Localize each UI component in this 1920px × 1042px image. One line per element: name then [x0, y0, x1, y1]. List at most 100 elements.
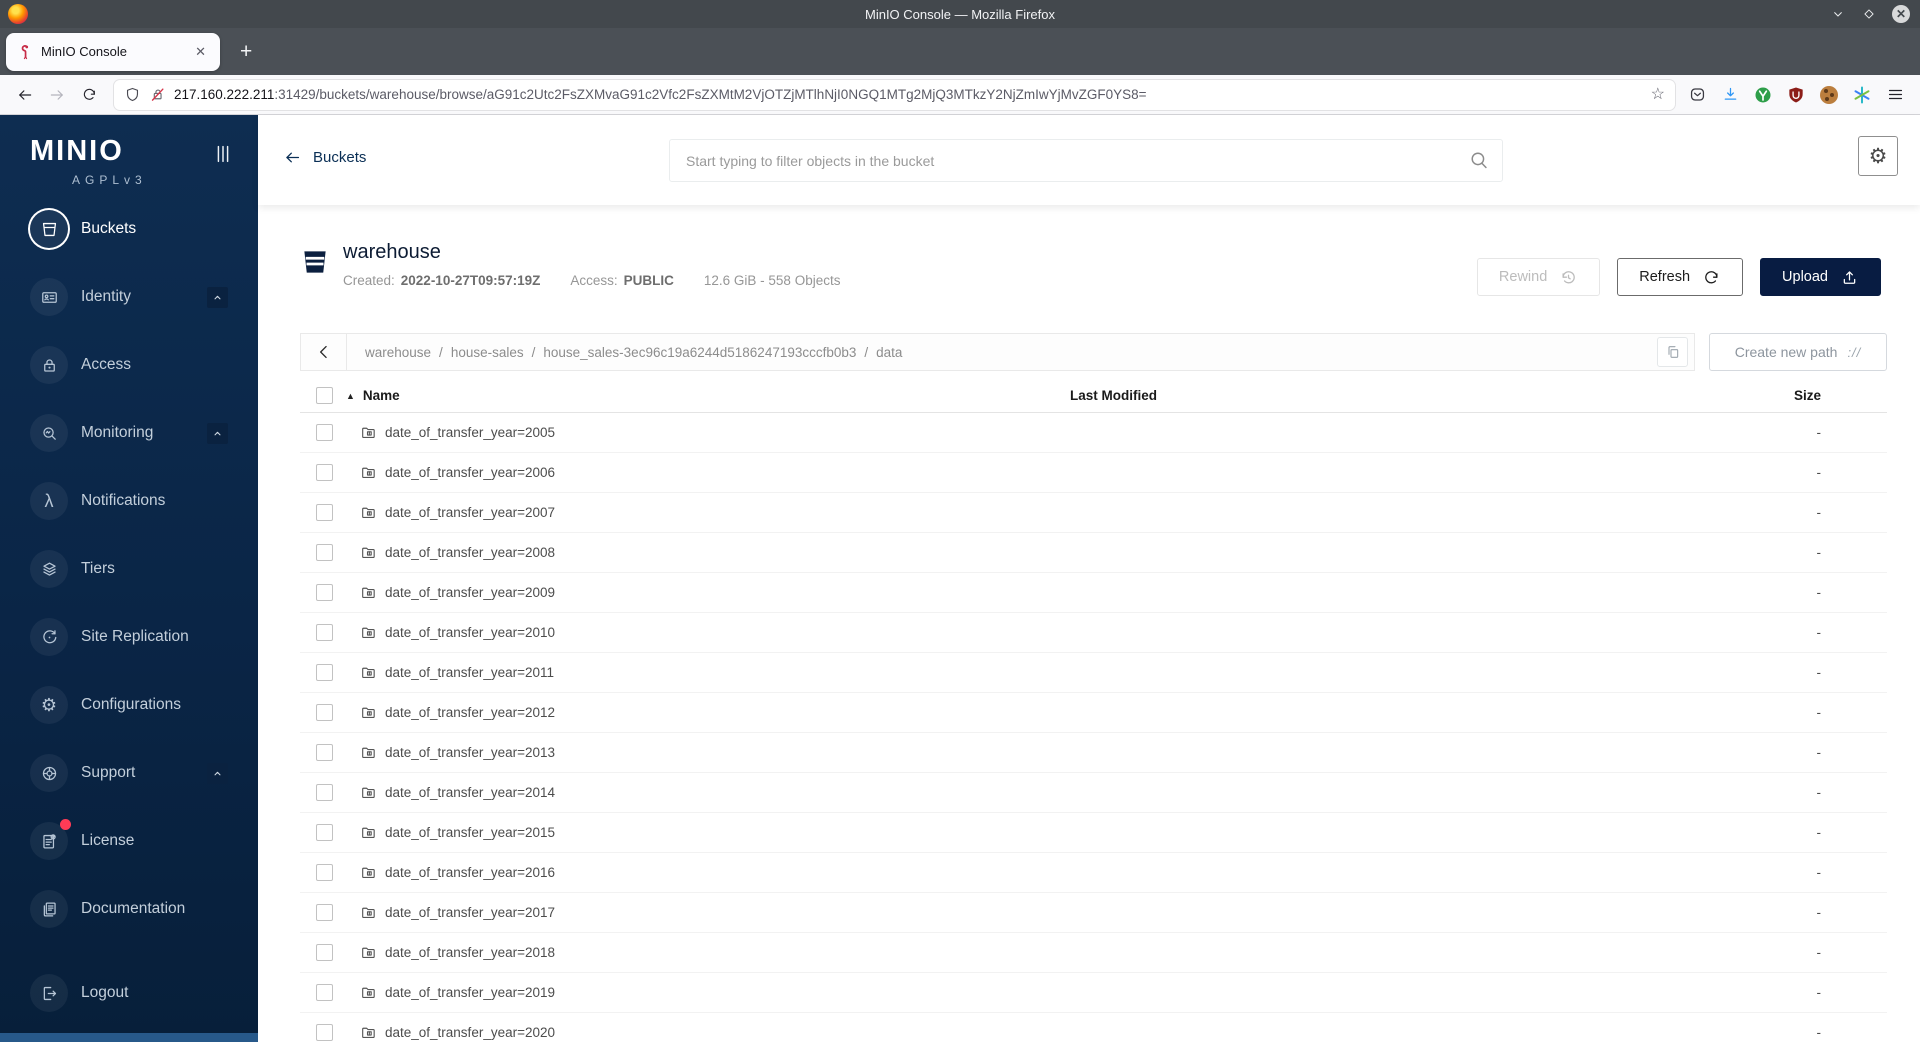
- sidebar-item-support[interactable]: Support: [0, 739, 258, 807]
- window-maximize-button[interactable]: [1862, 7, 1876, 21]
- table-row[interactable]: date_of_transfer_year=2018 -: [300, 933, 1887, 973]
- row-checkbox[interactable]: [316, 624, 333, 641]
- object-folder-link[interactable]: date_of_transfer_year=2010: [346, 624, 1070, 641]
- table-row[interactable]: date_of_transfer_year=2009 -: [300, 573, 1887, 613]
- pocket-icon[interactable]: [1685, 83, 1709, 107]
- bookmark-star-icon[interactable]: ☆: [1651, 86, 1665, 103]
- back-button[interactable]: [10, 80, 40, 110]
- extension-asterisk-icon[interactable]: [1850, 83, 1874, 107]
- table-row[interactable]: date_of_transfer_year=2007 -: [300, 493, 1887, 533]
- window-close-button[interactable]: ✕: [1892, 5, 1910, 23]
- rewind-button[interactable]: Rewind: [1476, 258, 1601, 296]
- table-row[interactable]: date_of_transfer_year=2014 -: [300, 773, 1887, 813]
- table-row[interactable]: date_of_transfer_year=2006 -: [300, 453, 1887, 493]
- row-checkbox[interactable]: [316, 784, 333, 801]
- row-checkbox[interactable]: [316, 824, 333, 841]
- sidebar-collapse-icon[interactable]: [212, 143, 234, 165]
- ublock-origin-icon[interactable]: [1784, 83, 1808, 107]
- select-all-checkbox[interactable]: [316, 387, 333, 404]
- object-folder-link[interactable]: date_of_transfer_year=2016: [346, 864, 1070, 881]
- tracking-shield-icon[interactable]: [124, 86, 141, 103]
- new-tab-button[interactable]: +: [234, 40, 258, 64]
- object-folder-link[interactable]: date_of_transfer_year=2013: [346, 744, 1070, 761]
- table-row[interactable]: date_of_transfer_year=2010 -: [300, 613, 1887, 653]
- column-header-last-modified[interactable]: Last Modified: [1070, 388, 1707, 403]
- forward-button[interactable]: [42, 80, 72, 110]
- settings-button[interactable]: ⚙: [1858, 136, 1898, 176]
- chevron-up-icon[interactable]: [207, 286, 228, 308]
- table-row[interactable]: date_of_transfer_year=2013 -: [300, 733, 1887, 773]
- object-folder-link[interactable]: date_of_transfer_year=2008: [346, 544, 1070, 561]
- object-folder-link[interactable]: date_of_transfer_year=2020: [346, 1024, 1070, 1041]
- object-folder-link[interactable]: date_of_transfer_year=2012: [346, 704, 1070, 721]
- row-checkbox[interactable]: [316, 904, 333, 921]
- back-to-buckets-link[interactable]: Buckets: [283, 148, 366, 167]
- table-row[interactable]: date_of_transfer_year=2017 -: [300, 893, 1887, 933]
- window-minimize-button[interactable]: [1830, 6, 1846, 22]
- row-checkbox[interactable]: [316, 544, 333, 561]
- url-bar[interactable]: 217.160.222.211:31429/buckets/warehouse/…: [114, 79, 1675, 110]
- table-row[interactable]: date_of_transfer_year=2019 -: [300, 973, 1887, 1013]
- object-folder-link[interactable]: date_of_transfer_year=2007: [346, 504, 1070, 521]
- breadcrumb-segment[interactable]: house_sales-3ec96c19a6244d5186247193cccf…: [543, 345, 856, 360]
- downloads-icon[interactable]: [1718, 83, 1742, 107]
- sidebar-item-site-replication[interactable]: Site Replication: [0, 603, 258, 671]
- breadcrumb-segment[interactable]: house-sales: [451, 345, 524, 360]
- sidebar-item-tiers[interactable]: Tiers: [0, 535, 258, 603]
- sidebar-item-monitoring[interactable]: Monitoring: [0, 399, 258, 467]
- filter-objects-input[interactable]: [669, 139, 1503, 182]
- refresh-button[interactable]: Refresh: [1617, 258, 1744, 296]
- sidebar-item-access[interactable]: Access: [0, 331, 258, 399]
- copy-path-button[interactable]: [1657, 337, 1688, 367]
- row-checkbox[interactable]: [316, 984, 333, 1001]
- sidebar-item-buckets[interactable]: Buckets: [0, 195, 258, 263]
- table-row[interactable]: date_of_transfer_year=2016 -: [300, 853, 1887, 893]
- object-folder-link[interactable]: date_of_transfer_year=2018: [346, 944, 1070, 961]
- object-folder-link[interactable]: date_of_transfer_year=2006: [346, 464, 1070, 481]
- cookie-extension-icon[interactable]: [1817, 83, 1841, 107]
- row-checkbox[interactable]: [316, 744, 333, 761]
- sidebar-item-configurations[interactable]: ⚙ Configurations: [0, 671, 258, 739]
- table-row[interactable]: date_of_transfer_year=2005 -: [300, 413, 1887, 453]
- object-folder-link[interactable]: date_of_transfer_year=2017: [346, 904, 1070, 921]
- row-checkbox[interactable]: [316, 424, 333, 441]
- sidebar-item-license[interactable]: License: [0, 807, 258, 875]
- menu-hamburger-icon[interactable]: [1880, 80, 1910, 110]
- object-folder-link[interactable]: date_of_transfer_year=2019: [346, 984, 1070, 1001]
- sidebar-item-documentation[interactable]: Documentation: [0, 875, 258, 943]
- row-checkbox[interactable]: [316, 584, 333, 601]
- breadcrumb-segment[interactable]: warehouse: [365, 345, 431, 360]
- table-row[interactable]: date_of_transfer_year=2012 -: [300, 693, 1887, 733]
- table-row[interactable]: date_of_transfer_year=2015 -: [300, 813, 1887, 853]
- table-row[interactable]: date_of_transfer_year=2011 -: [300, 653, 1887, 693]
- table-row[interactable]: date_of_transfer_year=2008 -: [300, 533, 1887, 573]
- table-row[interactable]: date_of_transfer_year=2020 -: [300, 1013, 1887, 1042]
- sidebar-item-notifications[interactable]: λ Notifications: [0, 467, 258, 535]
- row-checkbox[interactable]: [316, 464, 333, 481]
- object-folder-link[interactable]: date_of_transfer_year=2005: [346, 424, 1070, 441]
- insecure-lock-icon[interactable]: [149, 86, 166, 103]
- chevron-up-icon[interactable]: [207, 762, 228, 784]
- sidebar-item-identity[interactable]: Identity: [0, 263, 258, 331]
- chevron-up-icon[interactable]: [207, 422, 228, 444]
- row-checkbox[interactable]: [316, 704, 333, 721]
- tab-minio-console[interactable]: MinIO Console ✕: [6, 32, 220, 71]
- object-folder-link[interactable]: date_of_transfer_year=2015: [346, 824, 1070, 841]
- extension-green-icon[interactable]: [1751, 83, 1775, 107]
- row-checkbox[interactable]: [316, 504, 333, 521]
- breadcrumb-segment[interactable]: data: [876, 345, 902, 360]
- row-checkbox[interactable]: [316, 864, 333, 881]
- sidebar-item-logout[interactable]: Logout: [0, 959, 258, 1027]
- upload-button[interactable]: Upload: [1760, 258, 1881, 296]
- reload-button[interactable]: [74, 80, 104, 110]
- row-checkbox[interactable]: [316, 944, 333, 961]
- column-header-name[interactable]: ▲ Name: [346, 388, 1070, 403]
- tab-close-icon[interactable]: ✕: [191, 42, 210, 62]
- object-folder-link[interactable]: date_of_transfer_year=2014: [346, 784, 1070, 801]
- object-folder-link[interactable]: date_of_transfer_year=2009: [346, 584, 1070, 601]
- row-checkbox[interactable]: [316, 1024, 333, 1041]
- column-header-size[interactable]: Size: [1707, 388, 1887, 403]
- path-back-button[interactable]: [301, 334, 347, 370]
- create-new-path-button[interactable]: Create new path ://: [1709, 333, 1887, 371]
- row-checkbox[interactable]: [316, 664, 333, 681]
